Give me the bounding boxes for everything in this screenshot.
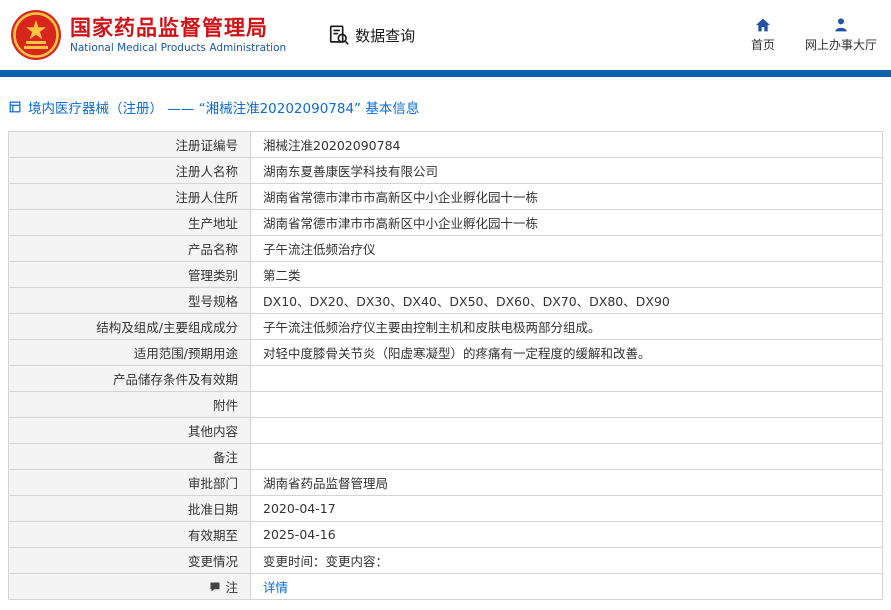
breadcrumb-text: 境内医疗器械（注册） —— “湘械注准20202090784” 基本信息 <box>28 101 420 117</box>
field-value: 对轻中度膝骨关节炎（阳虚寒凝型）的疼痛有一定程度的缓解和改善。 <box>250 339 883 366</box>
table-row: 有效期至 2025-04-16 <box>8 521 883 548</box>
home-icon <box>755 17 771 33</box>
detail-link[interactable]: 详情 <box>263 580 288 595</box>
field-label: 型号规格 <box>8 287 251 314</box>
field-label: 产品储存条件及有效期 <box>8 365 251 392</box>
field-label: 备注 <box>8 443 251 470</box>
field-value <box>250 417 883 444</box>
field-value: DX10、DX20、DX30、DX40、DX50、DX60、DX70、DX80、… <box>250 287 883 314</box>
table-row: 生产地址 湖南省常德市津市市高新区中小企业孵化园十一栋 <box>8 209 883 236</box>
header-right-nav: 首页 网上办事大厅 <box>751 17 877 53</box>
field-value <box>250 443 883 470</box>
field-value: 子午流注低频治疗仪主要由控制主机和皮肤电极两部分组成。 <box>250 313 883 340</box>
field-label: 适用范围/预期用途 <box>8 339 251 366</box>
comment-icon <box>209 581 221 593</box>
table-row: 审批部门 湖南省药品监督管理局 <box>8 469 883 496</box>
table-row: 产品储存条件及有效期 <box>8 365 883 392</box>
field-label: 审批部门 <box>8 469 251 496</box>
table-row: 变更情况 变更时间：变更内容： <box>8 547 883 574</box>
home-nav[interactable]: 首页 <box>751 17 775 53</box>
field-value: 湖南省常德市津市市高新区中小企业孵化园十一栋 <box>250 209 883 236</box>
field-value: 湘械注准20202090784 <box>250 131 883 158</box>
field-label: 附件 <box>8 391 251 418</box>
building-icon <box>8 100 22 114</box>
national-emblem-logo <box>10 9 62 61</box>
table-row: 附件 <box>8 391 883 418</box>
agency-subtitle: National Medical Products Administration <box>70 41 287 54</box>
field-value: 湖南省常德市津市市高新区中小企业孵化园十一栋 <box>250 183 883 210</box>
service-hall-nav-label: 网上办事大厅 <box>804 38 877 52</box>
breadcrumb: 境内医疗器械（注册） —— “湘械注准20202090784” 基本信息 <box>8 97 883 117</box>
table-row: 产品名称 子午流注低频治疗仪 <box>8 235 883 262</box>
field-value: 子午流注低频治疗仪 <box>250 235 883 262</box>
field-label: 注册证编号 <box>8 131 251 158</box>
table-row: 管理类别 第二类 <box>8 261 883 288</box>
document-magnifier-icon <box>328 24 350 46</box>
field-label: 结构及组成/主要组成成分 <box>8 313 251 340</box>
field-label: 产品名称 <box>8 235 251 262</box>
field-value <box>250 391 883 418</box>
field-value: 2020-04-17 <box>250 495 883 522</box>
field-value: 第二类 <box>250 261 883 288</box>
home-nav-label: 首页 <box>750 38 775 52</box>
brand-text: 国家药品监督管理局 National Medical Products Admi… <box>70 15 286 56</box>
field-value: 变更时间：变更内容： <box>250 547 883 574</box>
field-label: 注册人住所 <box>8 183 251 210</box>
field-value: 湖南东夏善康医学科技有限公司 <box>250 157 883 184</box>
field-label: 变更情况 <box>8 547 251 574</box>
table-row: 注册人名称 湖南东夏善康医学科技有限公司 <box>8 157 883 184</box>
service-hall-nav[interactable]: 网上办事大厅 <box>805 17 877 53</box>
field-value: 2025-04-16 <box>250 521 883 548</box>
field-label: 注册人名称 <box>8 157 251 184</box>
table-row: 型号规格 DX10、DX20、DX30、DX40、DX50、DX60、DX70、… <box>8 287 883 314</box>
table-row: 适用范围/预期用途 对轻中度膝骨关节炎（阳虚寒凝型）的疼痛有一定程度的缓解和改善… <box>8 339 883 366</box>
table-row: 注册证编号 湘械注准20202090784 <box>8 131 883 158</box>
field-value <box>250 365 883 392</box>
field-label: 有效期至 <box>8 521 251 548</box>
data-query-nav[interactable]: 数据查询 <box>328 24 415 46</box>
brand: 国家药品监督管理局 National Medical Products Admi… <box>10 9 286 61</box>
note-label: 注 <box>225 580 238 595</box>
agency-title: 国家药品监督管理局 <box>70 15 268 40</box>
field-value: 湖南省药品监督管理局 <box>250 469 883 496</box>
table-row: 结构及组成/主要组成成分 子午流注低频治疗仪主要由控制主机和皮肤电极两部分组成。 <box>8 313 883 340</box>
table-row: 注册人住所 湖南省常德市津市市高新区中小企业孵化园十一栋 <box>8 183 883 210</box>
data-query-label: 数据查询 <box>355 26 416 45</box>
field-label: 其他内容 <box>8 417 251 444</box>
header-divider-bar <box>0 70 891 77</box>
person-icon <box>833 17 849 33</box>
site-header: 国家药品监督管理局 National Medical Products Admi… <box>0 0 891 70</box>
field-label: 批准日期 <box>8 495 251 522</box>
field-label: 生产地址 <box>8 209 251 236</box>
table-row: 备注 <box>8 443 883 470</box>
table-row: 其他内容 <box>8 417 883 444</box>
field-label: 管理类别 <box>8 261 251 288</box>
table-row: 批准日期 2020-04-17 <box>8 495 883 522</box>
registration-info-table: 注册证编号 湘械注准20202090784 注册人名称 湖南东夏善康医学科技有限… <box>8 131 883 600</box>
